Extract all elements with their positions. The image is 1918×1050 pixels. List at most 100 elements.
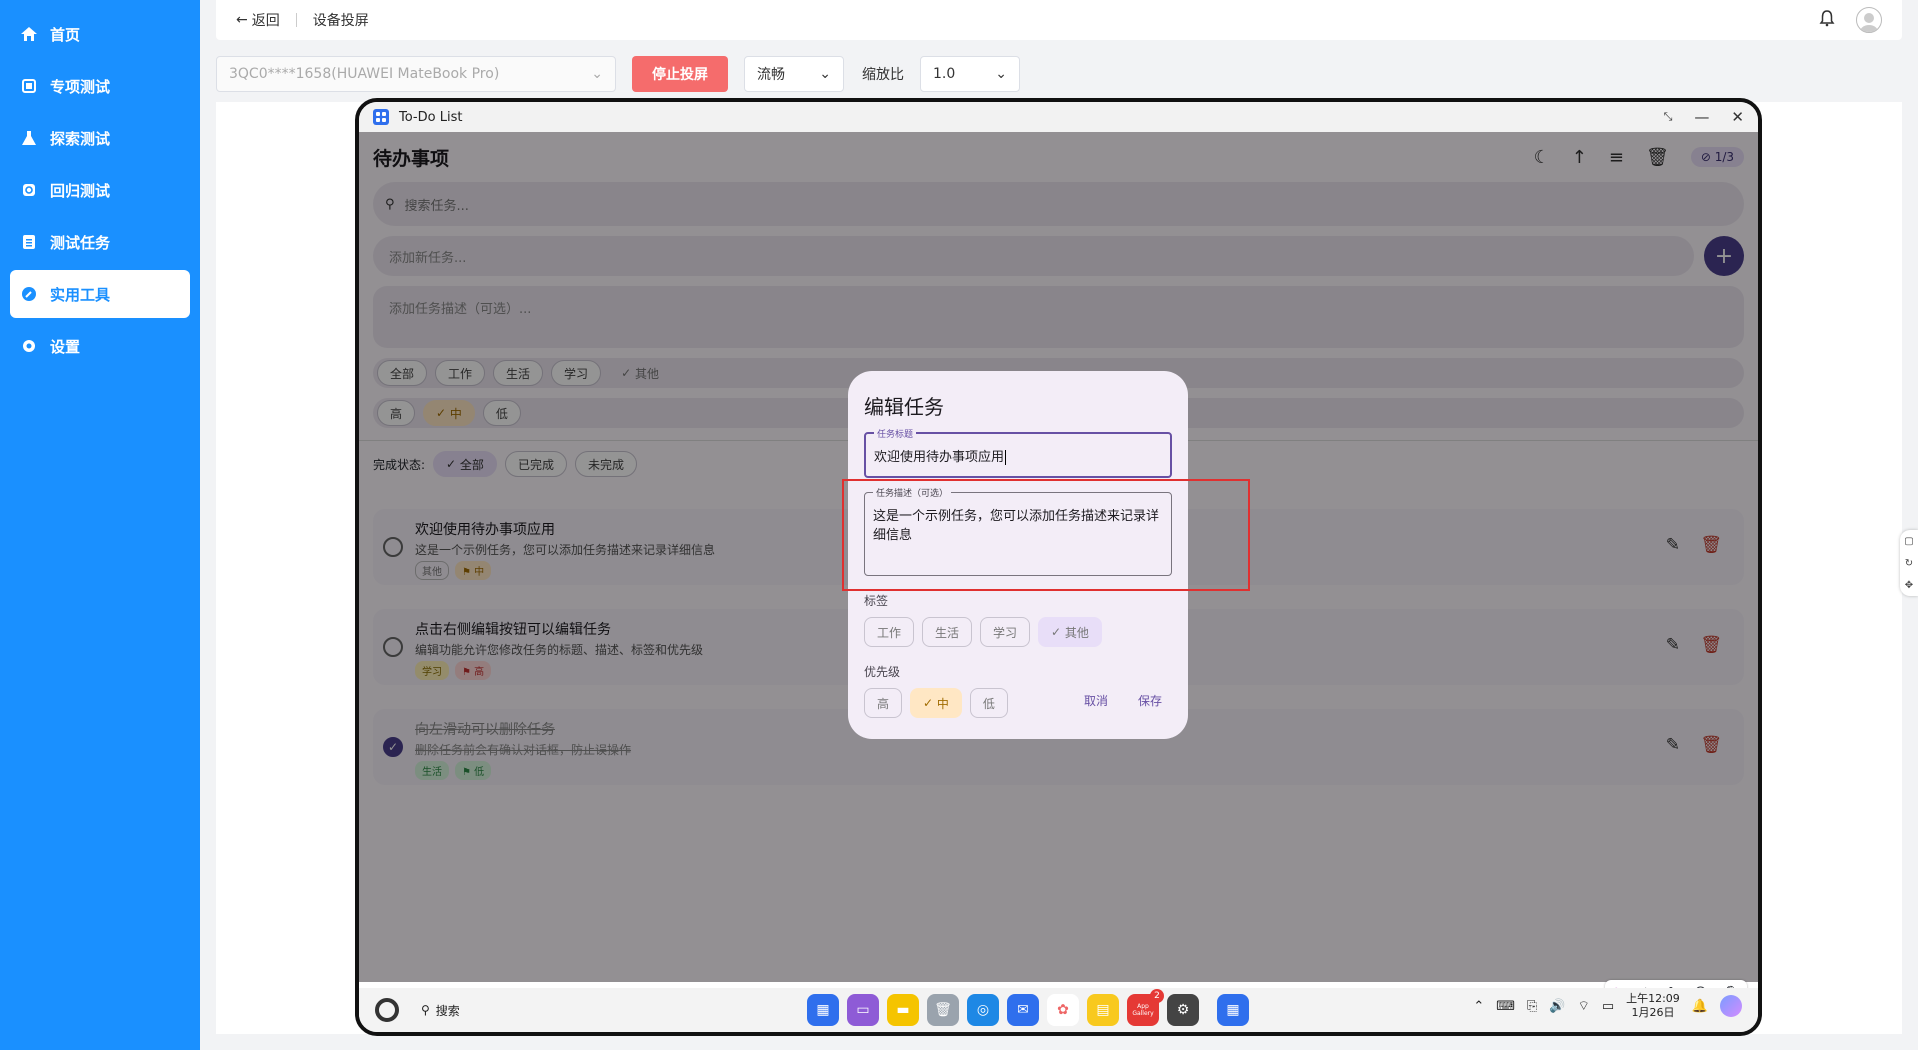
chevron-down-icon: ⌄ (995, 66, 1007, 82)
save-button[interactable]: 保存 (1138, 692, 1162, 709)
dialog-priority-medium-label: 中 (936, 696, 949, 711)
task-title-field[interactable]: 任务标题 欢迎使用待办事项应用 (864, 427, 1172, 478)
sidebar-item-label: 首页 (50, 25, 81, 44)
trash-app-icon[interactable]: 🗑 (927, 994, 959, 1026)
edit-task-dialog: 编辑任务 任务标题 欢迎使用待办事项应用 任务描述（可选） 这是一个示例任务，您… (842, 371, 1250, 739)
square-icon (20, 77, 38, 95)
chevron-up-icon[interactable]: ⌃ (1473, 999, 1484, 1014)
scale-select-value: 1.0 (933, 66, 956, 82)
device-screen[interactable]: To-Do List ⤡ — ✕ 待办事项 ☾ ↑ ≡ 🗑 ⊘ 1/3 ⚲ 搜索… (355, 98, 1762, 1036)
todo-app-icon[interactable]: ▦ (1217, 994, 1249, 1026)
arrow-left-icon: ← (236, 12, 248, 28)
dialog-tag-work[interactable]: 工作 (864, 617, 915, 647)
cancel-button[interactable]: 取消 (1084, 692, 1108, 709)
gallery-app-icon[interactable]: ✿ (1047, 994, 1079, 1026)
dialog-priority-medium[interactable]: ✓ 中 (910, 688, 962, 718)
avatar[interactable] (1856, 7, 1882, 33)
keyboard-icon[interactable]: ⌨ (1496, 999, 1515, 1014)
start-button[interactable] (375, 998, 399, 1022)
flask-icon (20, 129, 38, 147)
window-titlebar: To-Do List ⤡ — ✕ (359, 102, 1758, 132)
clock-date: 1月26日 (1631, 1006, 1675, 1019)
todo-app: 待办事项 ☾ ↑ ≡ 🗑 ⊘ 1/3 ⚲ 搜索任务... 添加新任务... + … (359, 132, 1758, 1006)
battery-icon[interactable]: ▭ (1602, 999, 1614, 1014)
taskbar-search-label: 搜索 (435, 1003, 460, 1018)
mail-app-icon[interactable]: ✉ (1007, 994, 1039, 1026)
restore-icon[interactable]: ⤡ (1664, 110, 1673, 124)
task-title-field-value: 欢迎使用待办事项应用 (874, 450, 1005, 465)
stop-projection-button[interactable]: 停止投屏 (632, 56, 728, 92)
projection-controls: 3QC0****1658(HUAWEI MateBook Pro) ⌄ 停止投屏… (216, 55, 1020, 93)
gear-icon (20, 337, 38, 355)
feedback-icon[interactable]: ▢ (1904, 536, 1913, 547)
priority-section-label: 优先级 (864, 665, 901, 679)
settings-app-icon[interactable]: ⚙ (1167, 994, 1199, 1026)
list-icon (20, 233, 38, 251)
taskbar: ⚲ 搜索 ▦ ▭ ▬ 🗑 ◎ ✉ ✿ ▤ App Gallery 2 ⚙ ▦ ⌃… (359, 988, 1758, 1032)
minimize-icon[interactable]: — (1694, 108, 1709, 126)
sidebar-item-label: 专项测试 (50, 77, 111, 96)
wifi-icon[interactable]: ⌔ (1578, 998, 1590, 1014)
dialog-priority-low[interactable]: 低 (969, 688, 1008, 718)
sidebar-item-explore-test[interactable]: 探索测试 (10, 114, 190, 162)
top-bar: ← 返回 设备投屏 (216, 0, 1902, 40)
move-icon[interactable]: ✥ (1905, 580, 1913, 591)
scale-select[interactable]: 1.0 ⌄ (920, 56, 1020, 92)
system-tray: ⌃ ⌨ ⎘ 🔊 ⌔ ▭ 上午12:09 1月26日 🔔 (1473, 992, 1742, 1020)
task-title-field-label: 任务标题 (874, 427, 917, 440)
notes-app-icon[interactable]: ▤ (1087, 994, 1119, 1026)
divider (295, 13, 297, 27)
clock[interactable]: 上午12:09 1月26日 (1626, 992, 1680, 1020)
sidebar-item-label: 实用工具 (50, 285, 111, 304)
sidebar-item-tools[interactable]: 实用工具 (10, 270, 190, 318)
device-select[interactable]: 3QC0****1658(HUAWEI MateBook Pro) ⌄ (216, 56, 616, 92)
app-icon (373, 109, 389, 125)
refresh-icon[interactable]: ↻ (1905, 558, 1913, 569)
sidebar-item-settings[interactable]: 设置 (10, 322, 190, 370)
files-app-icon[interactable]: ▬ (887, 994, 919, 1026)
multitask-app-icon[interactable]: ▭ (847, 994, 879, 1026)
dialog-tag-study[interactable]: 学习 (980, 617, 1031, 647)
close-icon[interactable]: ✕ (1731, 108, 1744, 126)
scale-label: 缩放比 (862, 67, 904, 83)
volume-icon[interactable]: 🔊 (1549, 999, 1565, 1014)
quality-select[interactable]: 流畅 ⌄ (744, 56, 844, 92)
chevron-down-icon: ⌄ (591, 66, 603, 82)
side-float-toolbar: ▢ ↻ ✥ (1900, 530, 1918, 596)
quality-select-value: 流畅 (757, 67, 785, 83)
sidebar-item-home[interactable]: 首页 (10, 10, 190, 58)
sidebar-item-test-tasks[interactable]: 测试任务 (10, 218, 190, 266)
highlight-box (842, 479, 1250, 591)
home-icon (20, 25, 38, 43)
app-gallery-icon[interactable]: App Gallery 2 (1127, 989, 1164, 1026)
bell-icon[interactable] (1818, 9, 1836, 31)
window-title: To-Do List (399, 109, 463, 125)
search-icon: ⚲ (421, 1003, 430, 1017)
assistant-icon[interactable] (1720, 995, 1742, 1017)
clipboard-icon[interactable]: ⎘ (1527, 999, 1537, 1014)
refresh-icon (20, 181, 38, 199)
notification-bell-icon[interactable]: 🔔 (1692, 999, 1708, 1014)
taskbar-search[interactable]: ⚲ 搜索 (421, 1002, 460, 1019)
dialog-tag-other[interactable]: ✓ 其他 (1038, 617, 1102, 647)
sidebar: 首页 专项测试 探索测试 回归测试 测试任务 实用工具 设置 (0, 0, 200, 1050)
launcher-app-icon[interactable]: ▦ (807, 994, 839, 1026)
breadcrumb: 设备投屏 (312, 13, 369, 29)
back-button[interactable]: ← 返回 (236, 10, 280, 30)
dialog-tag-other-label: 其他 (1064, 625, 1089, 640)
sidebar-item-label: 测试任务 (50, 233, 111, 252)
sidebar-item-label: 设置 (50, 337, 81, 356)
app-gallery-label: App Gallery (1132, 1003, 1154, 1017)
dialog-title: 编辑任务 (864, 395, 944, 419)
dialog-tag-life[interactable]: 生活 (922, 617, 973, 647)
clock-time: 上午12:09 (1626, 992, 1680, 1005)
sidebar-item-label: 回归测试 (50, 181, 111, 200)
browser-app-icon[interactable]: ◎ (967, 994, 999, 1026)
dialog-priority-high[interactable]: 高 (864, 688, 903, 718)
device-select-value: 3QC0****1658(HUAWEI MateBook Pro) (229, 66, 500, 82)
sidebar-item-special-test[interactable]: 专项测试 (10, 62, 190, 110)
notification-badge: 2 (1150, 989, 1164, 1003)
chevron-down-icon: ⌄ (819, 66, 831, 82)
tags-section-label: 标签 (864, 594, 889, 608)
sidebar-item-regression-test[interactable]: 回归测试 (10, 166, 190, 214)
